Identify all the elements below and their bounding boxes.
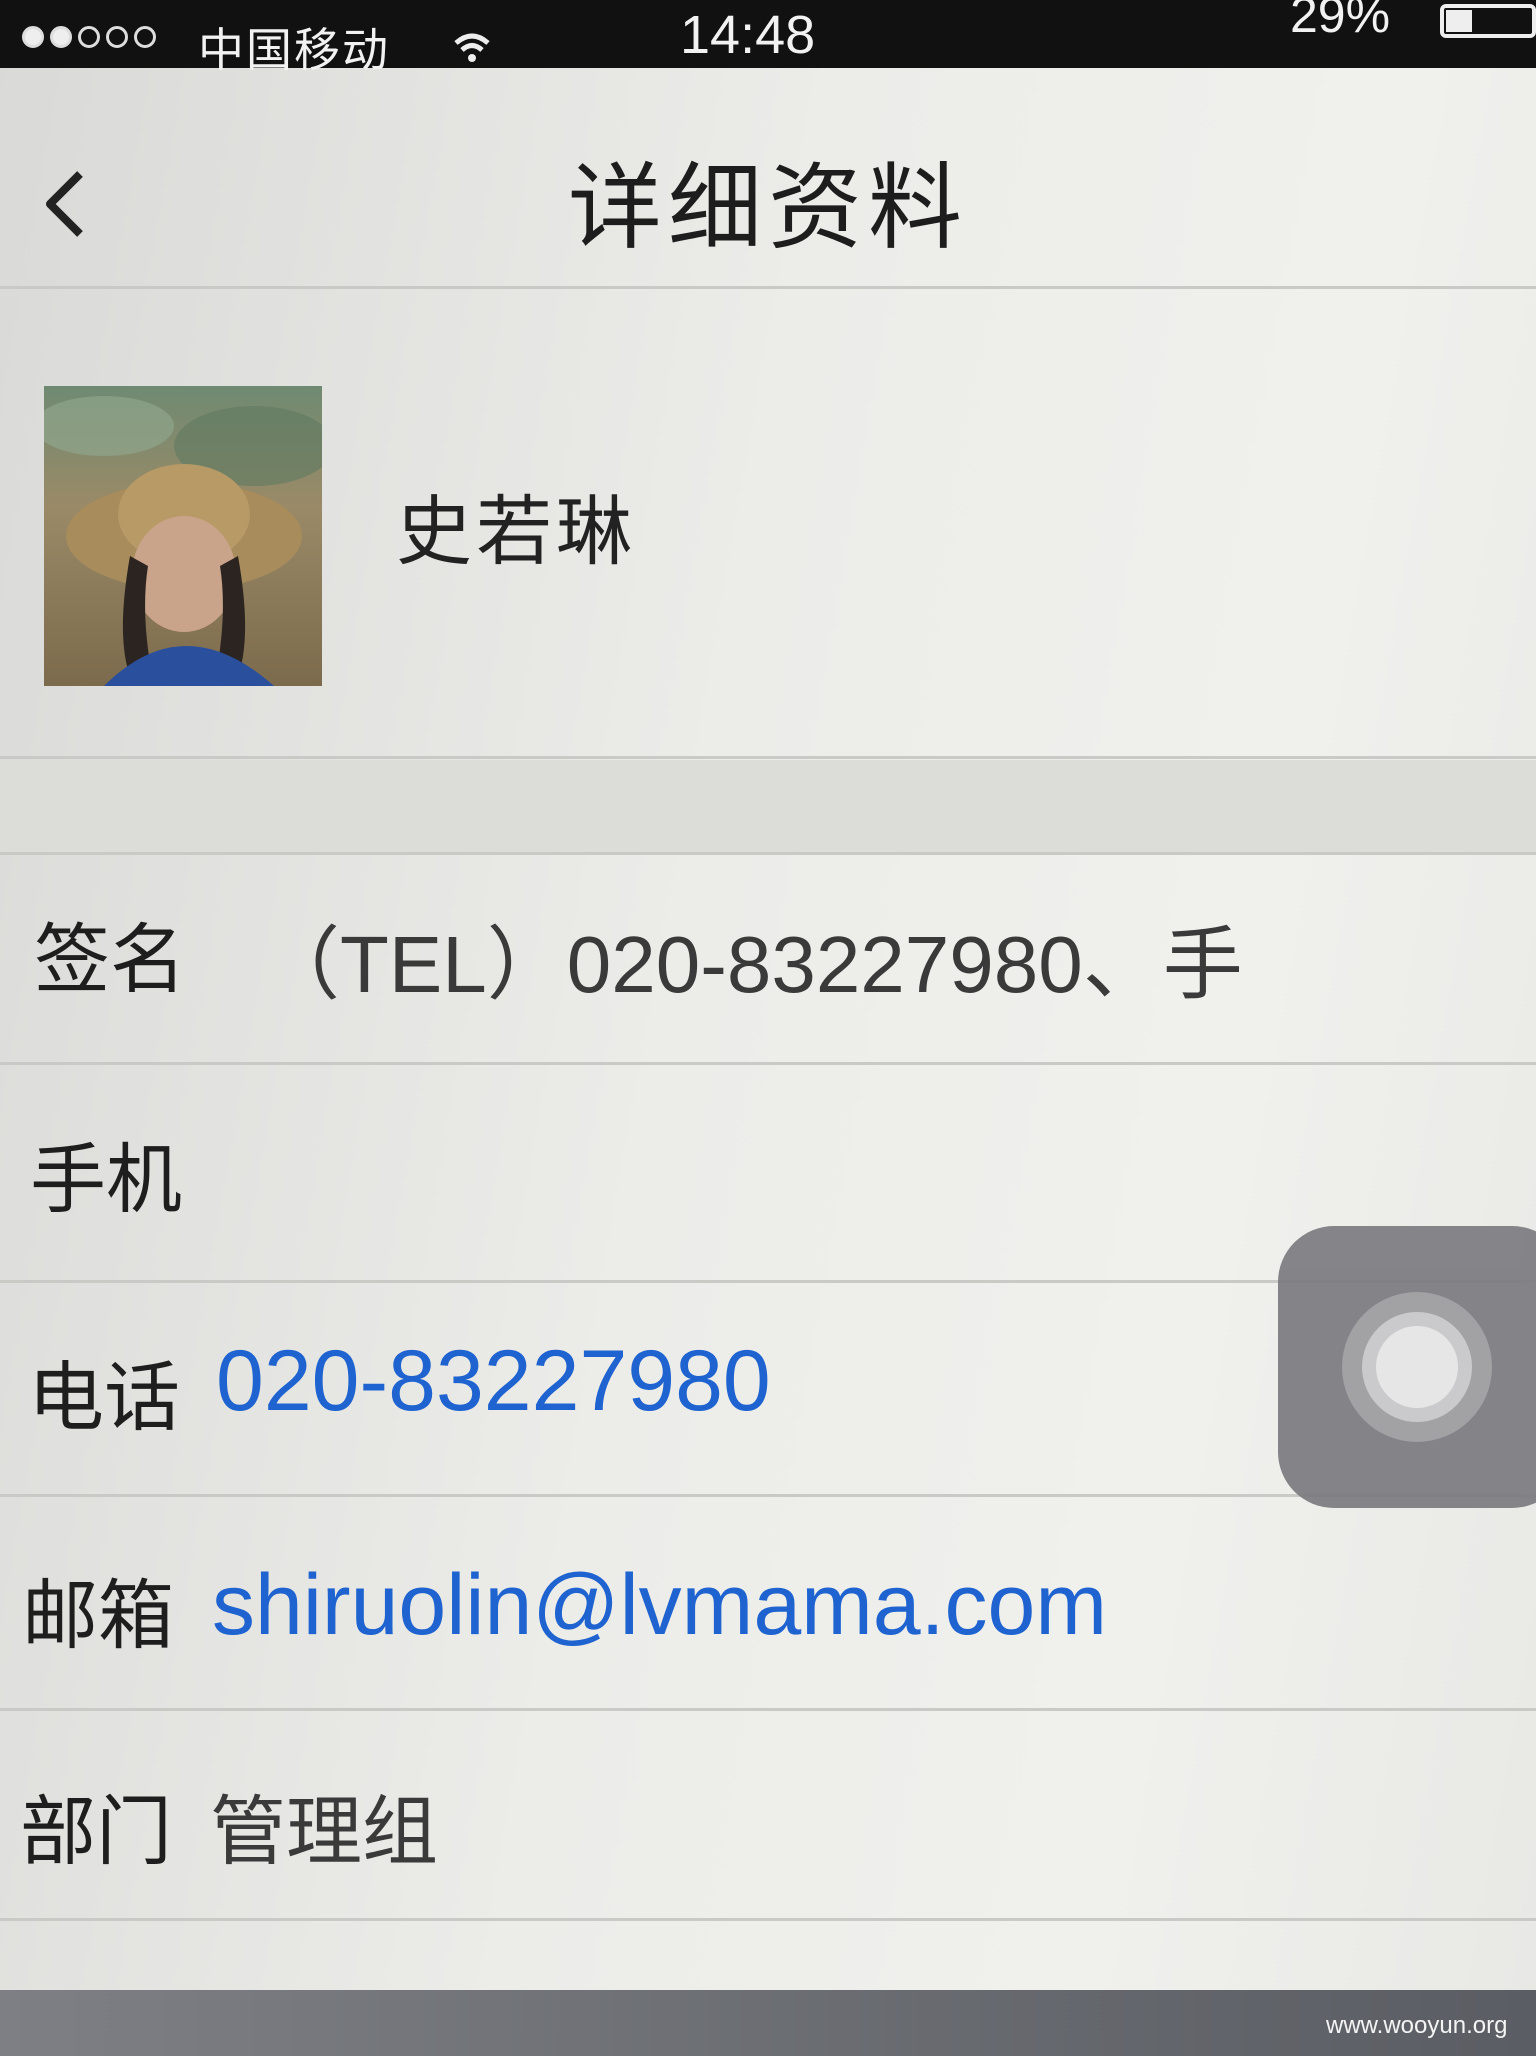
navigation-bar: 详细资料: [0, 68, 1536, 286]
divider: [0, 756, 1536, 759]
phone-label: 电话: [28, 1353, 180, 1442]
status-bar: 中国移动 14:48 29%: [0, 0, 1536, 77]
signal-strength-icon: [22, 26, 156, 48]
signal-dot: [134, 26, 156, 48]
page-title: 详细资料: [567, 154, 968, 263]
signal-dot: [78, 26, 100, 48]
signature-value: （TEL）020-83227980、手: [260, 920, 1243, 1009]
status-time: 14:48: [680, 5, 816, 65]
assistive-touch-button[interactable]: [1278, 1226, 1536, 1508]
email-link[interactable]: shiruolin@lvmama.com: [212, 1556, 1107, 1655]
contact-name: 史若琳: [396, 487, 636, 576]
signature-label: 签名: [34, 915, 186, 1004]
watermark: www.wooyun.org: [1326, 2012, 1508, 2039]
signal-dot: [50, 26, 72, 48]
bottom-edge: [0, 1990, 1536, 2056]
battery-percent: 29%: [1290, 0, 1391, 43]
section-gap: [0, 760, 1536, 854]
department-value: 管理组: [210, 1787, 438, 1876]
contact-detail-screen: 中国移动 14:48 29% 详细资料 史若琳 签名 （TEL）020-8322…: [0, 0, 1536, 2056]
divider: [0, 1918, 1536, 1921]
signal-dot: [106, 26, 128, 48]
avatar[interactable]: [44, 386, 322, 686]
phone-link[interactable]: 020-83227980: [216, 1332, 771, 1431]
battery-icon: [1440, 4, 1536, 38]
divider: [0, 1708, 1536, 1711]
signal-dot: [22, 26, 44, 48]
divider: [0, 852, 1536, 855]
department-label: 部门: [20, 1787, 172, 1876]
divider: [0, 1062, 1536, 1065]
email-label: 邮箱: [22, 1571, 174, 1660]
divider: [0, 286, 1536, 289]
mobile-label: 手机: [30, 1135, 182, 1224]
